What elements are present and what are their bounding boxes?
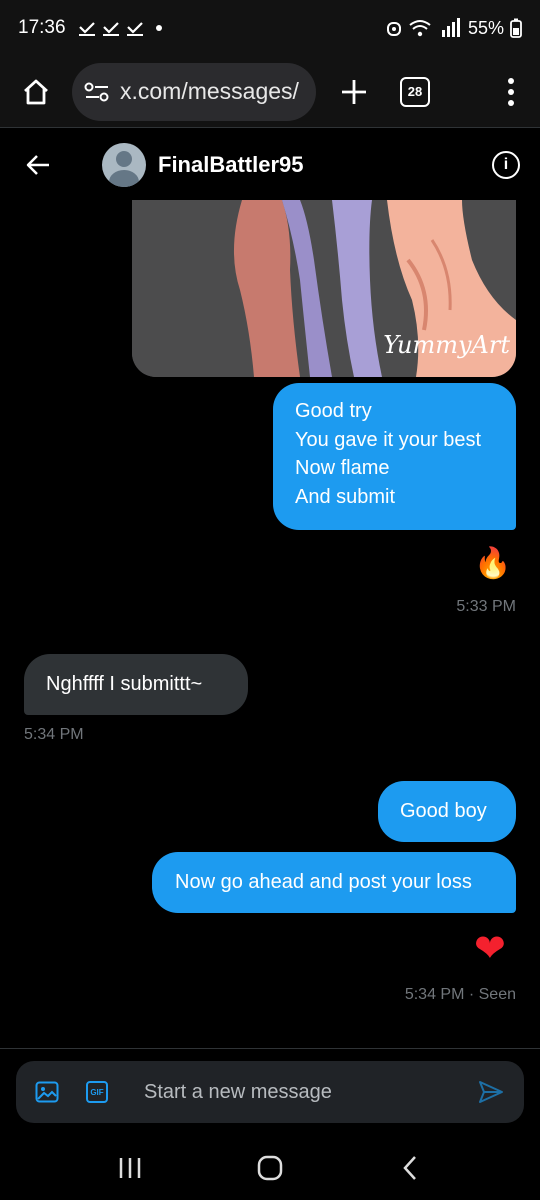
message-composer: GIF Start a new message (16, 1061, 524, 1123)
tab-switcher-button[interactable]: 28 (400, 76, 430, 107)
browser-menu-button[interactable] (496, 70, 526, 114)
back-arrow-icon (26, 155, 49, 175)
image-watermark: YummyArt (383, 331, 510, 359)
home-nav-button[interactable] (250, 1148, 290, 1188)
menu-dot-icon (508, 77, 514, 84)
menu-dot-icon (508, 88, 514, 95)
message-text: Good boy (400, 800, 487, 822)
new-tab-button[interactable] (334, 72, 374, 112)
message-list[interactable]: YummyArt Good try You gave it your best … (0, 200, 540, 1048)
message-line: Good try (295, 400, 372, 422)
signal-icon (441, 18, 460, 37)
message-input[interactable]: Start a new message (144, 1081, 476, 1104)
chat-header: FinalBattler95 i (0, 130, 540, 200)
message-bubble-outgoing[interactable]: Good try You gave it your best Now flame… (273, 383, 516, 530)
url-text: x.com/messages/ (120, 78, 299, 104)
home-button[interactable] (14, 70, 58, 114)
battery-level: 55% (467, 17, 504, 38)
media-button[interactable] (34, 1079, 60, 1105)
menu-dot-icon (508, 99, 514, 106)
message-bubble-outgoing[interactable]: Now go ahead and post your loss (152, 852, 516, 913)
gif-button[interactable]: GIF (86, 1081, 108, 1103)
download-done-icon (78, 22, 95, 36)
fire-reaction-icon[interactable]: 🔥 (474, 546, 511, 581)
battery-icon (510, 18, 522, 38)
system-navigation-bar (0, 1136, 540, 1200)
composer-area: GIF Start a new message (0, 1048, 540, 1136)
home-circle-icon (257, 1155, 283, 1181)
message-line: You gave it your best (295, 428, 482, 451)
status-time: 17:36 (18, 17, 66, 38)
address-bar[interactable]: x.com/messages/ (72, 62, 316, 121)
recent-apps-button[interactable] (110, 1148, 150, 1188)
message-timestamp: 5:33 PM (456, 598, 516, 615)
heart-reaction-icon[interactable]: ❤ (474, 929, 506, 969)
message-bubble-incoming[interactable]: Nghffff I submittt~ (24, 654, 248, 715)
more-notifications-dot-icon (155, 25, 162, 31)
message-text: Nghffff I submittt~ (46, 673, 203, 695)
wifi-icon (409, 20, 431, 37)
status-bar: 17:36 55% (0, 0, 540, 56)
status-right: 55% (386, 18, 522, 39)
back-nav-button[interactable] (390, 1148, 430, 1188)
image-icon (35, 1081, 59, 1103)
message-bubble-outgoing[interactable]: Good boy (378, 781, 516, 842)
chevron-left-icon (403, 1156, 416, 1180)
back-button[interactable] (20, 147, 56, 183)
plus-icon (342, 79, 366, 104)
site-settings-icon[interactable] (84, 81, 110, 103)
download-done-icon (102, 22, 119, 36)
send-icon (479, 1081, 503, 1103)
message-line: And submit (295, 485, 396, 508)
download-done-icon (126, 22, 143, 36)
send-button[interactable] (476, 1077, 506, 1107)
conversation-info-button[interactable]: i (492, 151, 520, 179)
message-text: Now go ahead and post your loss (175, 871, 472, 893)
message-timestamp-seen: 5:34 PM · Seen (404, 986, 516, 1003)
image-message[interactable]: YummyArt (132, 200, 516, 377)
info-icon: i (503, 156, 509, 173)
recent-apps-icon (119, 1158, 141, 1178)
message-line: Now flame (295, 457, 390, 479)
alarm-icon (386, 22, 401, 36)
browser-toolbar: x.com/messages/ 28 (0, 56, 540, 128)
notification-icons (78, 20, 162, 36)
contact-name[interactable]: FinalBattler95 (158, 152, 304, 178)
message-timestamp: 5:34 PM (24, 726, 84, 743)
contact-avatar[interactable] (102, 143, 146, 187)
home-icon (24, 79, 48, 104)
